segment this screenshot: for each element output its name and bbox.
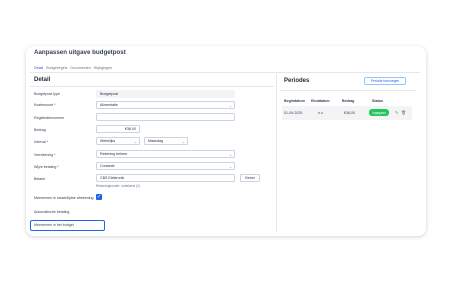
meenemen-tussentijds-checkbox[interactable]: ✓ xyxy=(96,194,102,200)
wijze-betaling-select[interactable]: Contante ⌄ xyxy=(96,162,235,170)
budgetpost-type-label: Budgetpost type xyxy=(34,92,60,96)
interval-day-value: Maandag xyxy=(148,139,163,143)
registratienummer-input[interactable] xyxy=(96,113,235,121)
periodes-title: Periodes xyxy=(284,78,310,84)
col-status: Status xyxy=(372,99,383,103)
budgetpost-type-value: Budgetpost xyxy=(100,92,119,96)
bedrag-value: €38,00 xyxy=(125,127,136,131)
chevron-down-icon: ⌄ xyxy=(181,139,185,144)
tab-wijzigingen[interactable]: Wijzigingen xyxy=(94,66,112,70)
automatische-betaling-label: Automatische betaling xyxy=(34,210,70,214)
chevron-down-icon: ⌄ xyxy=(133,139,137,144)
betaler-label: Betaler xyxy=(34,177,46,181)
chevron-down-icon: ⌄ xyxy=(228,103,232,108)
kostensoort-label: Kostensoort * xyxy=(34,103,56,107)
verrekening-label: Verrekening * xyxy=(34,153,56,157)
row-bedrag: €38,00 xyxy=(344,111,355,115)
edit-icon[interactable]: ✎ xyxy=(395,110,398,115)
kostensoort-select[interactable]: Alimentatie ⌄ xyxy=(96,101,235,109)
detail-title: Detail xyxy=(34,77,51,83)
registratienummer-label: Registratienummer xyxy=(34,116,65,120)
tab-detail[interactable]: Detail xyxy=(34,66,43,70)
betaler-value: CBS Elektronik xyxy=(100,176,125,180)
col-bedrag: Bedrag xyxy=(342,99,355,103)
chevron-down-icon: ⌄ xyxy=(228,152,232,157)
periode-toevoegen-button[interactable]: Periode toevoegen xyxy=(364,77,406,85)
meenemen-budget-label: Meenemen in het budget xyxy=(34,223,74,227)
interval-value: Wekelijks xyxy=(100,139,116,143)
col-begindatum: Begindatum xyxy=(284,99,305,103)
betaler-hint: Rekeninghouder: onbekend (V) xyxy=(96,184,141,188)
bedrag-input[interactable]: €38,00 xyxy=(96,125,140,133)
wijze-betaling-value: Contante xyxy=(100,164,115,168)
row-begindatum: 01-09-2025 xyxy=(284,111,303,115)
row-einddatum: n.v. xyxy=(318,111,324,115)
kostensoort-value: Alimentatie xyxy=(100,103,118,107)
tab-bar: Detail Budgetregels Documenten Wijziging… xyxy=(34,66,112,70)
interval-select[interactable]: Wekelijks ⌄ xyxy=(96,137,140,145)
header-divider xyxy=(30,72,420,73)
meenemen-tussentijds-label: Meenemen in tussentijdse afrekening xyxy=(34,196,94,200)
kiezen-button[interactable]: Kiezen xyxy=(240,174,260,182)
col-einddatum: Einddatum xyxy=(311,99,330,103)
column-divider xyxy=(276,74,277,232)
main-card xyxy=(26,46,426,236)
betaler-input[interactable]: CBS Elektronik xyxy=(96,174,235,182)
tab-budgetregels[interactable]: Budgetregels xyxy=(46,66,67,70)
bedrag-label: Bedrag xyxy=(34,128,46,132)
delete-icon[interactable]: 🗑 xyxy=(401,110,406,115)
verrekening-select[interactable]: Rekening beheer ⌄ xyxy=(96,150,235,158)
interval-day-select[interactable]: Maandag ⌄ xyxy=(144,137,188,145)
wijze-betaling-label: Wijze betaling * xyxy=(34,165,59,169)
status-badge: Ingegaan xyxy=(369,109,389,116)
chevron-down-icon: ⌄ xyxy=(228,164,232,169)
detail-divider xyxy=(30,86,274,87)
periodes-divider xyxy=(280,90,416,91)
budgetpost-type-field: Budgetpost xyxy=(96,90,235,98)
verrekening-value: Rekening beheer xyxy=(100,152,128,156)
interval-label: Interval * xyxy=(34,140,49,144)
tab-documenten[interactable]: Documenten xyxy=(70,66,90,70)
page-title: Aanpassen uitgave budgetpost xyxy=(34,49,126,56)
